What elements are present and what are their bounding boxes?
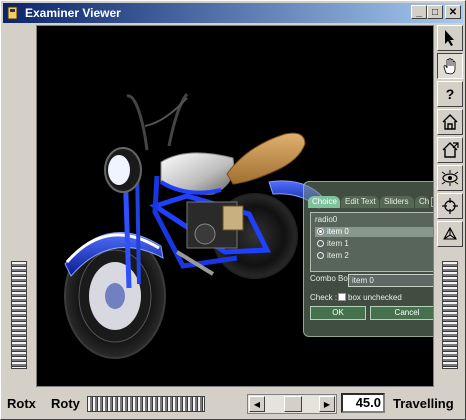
- bottom-controls: Rotx Roty ◀ ▶ 45.0 Travelling: [1, 389, 466, 419]
- seek-button[interactable]: [437, 193, 463, 219]
- radio-item-label: item 0: [327, 227, 349, 236]
- checkbox[interactable]: [338, 293, 346, 301]
- radio-item-0[interactable]: item 0: [315, 227, 433, 237]
- help-icon: ?: [445, 86, 455, 102]
- tab-scroll-left-button[interactable]: ◀: [431, 197, 433, 207]
- hand-icon: [443, 58, 456, 75]
- pick-mode-button[interactable]: [437, 25, 463, 51]
- set-home-button[interactable]: [437, 137, 463, 163]
- combo-box[interactable]: item 0 ▼: [348, 274, 434, 287]
- projection-cube-icon: [443, 226, 457, 240]
- zoom-value-field[interactable]: 45.0: [341, 393, 385, 413]
- tab-choice[interactable]: Choice: [308, 196, 340, 208]
- view-all-button[interactable]: [437, 165, 463, 191]
- radio-item-label: item 2: [327, 251, 349, 260]
- home-icon: [442, 114, 458, 130]
- travelling-label: Travelling: [393, 396, 454, 411]
- radio-unselected-icon: [317, 252, 324, 259]
- viewer-toolbar: ?: [437, 25, 463, 249]
- slider-thumb[interactable]: [284, 396, 302, 412]
- app-icon: [7, 6, 18, 20]
- tab-sliders[interactable]: Sliders: [380, 196, 414, 208]
- projection-button[interactable]: [437, 221, 463, 247]
- radio-group: radio0 item 0 item 1 item 2: [310, 212, 433, 272]
- check-label: Check :: [310, 293, 338, 302]
- cancel-button[interactable]: Cancel: [370, 306, 433, 320]
- radio-item-1[interactable]: item 1: [315, 239, 433, 249]
- home-button[interactable]: [437, 109, 463, 135]
- slider-right-button[interactable]: ▶: [319, 396, 335, 412]
- help-button[interactable]: ?: [437, 81, 463, 107]
- checkbox-text: box unchecked: [348, 293, 402, 302]
- view-mode-button[interactable]: [437, 53, 463, 79]
- set-home-icon: [442, 142, 459, 158]
- 3d-viewport[interactable]: Choice Edit Text Sliders Ch ◀ ▶ radio0 i…: [36, 25, 434, 387]
- slider-left-button[interactable]: ◀: [249, 396, 265, 412]
- zoom-slider[interactable]: ◀ ▶: [247, 394, 337, 414]
- maximize-button[interactable]: □: [427, 5, 443, 19]
- rotx-thumbwheel[interactable]: [11, 261, 27, 369]
- floating-widget-panel: Choice Edit Text Sliders Ch ◀ ▶ radio0 i…: [303, 181, 434, 337]
- examiner-viewer-window: Examiner Viewer _ □ ✕ Choice Edit Text S…: [0, 0, 466, 420]
- dolly-thumbwheel[interactable]: [442, 261, 458, 369]
- rotx-label: Rotx: [7, 396, 36, 411]
- title-bar[interactable]: Examiner Viewer _ □ ✕: [3, 3, 463, 23]
- minimize-button[interactable]: _: [411, 5, 427, 19]
- chevron-down-icon[interactable]: ▼: [433, 275, 434, 286]
- combo-box-value: item 0: [352, 276, 374, 285]
- close-button[interactable]: ✕: [445, 5, 461, 19]
- seek-target-icon: [442, 198, 458, 214]
- radio-selected-icon: [317, 228, 324, 235]
- view-all-eye-icon: [441, 170, 459, 186]
- radio-item-label: item 1: [327, 239, 349, 248]
- tab-edit-text[interactable]: Edit Text: [341, 196, 379, 208]
- roty-thumbwheel[interactable]: [87, 396, 205, 412]
- roty-label: Roty: [51, 396, 80, 411]
- radio-unselected-icon: [317, 240, 324, 247]
- tab-choice-2[interactable]: Ch: [415, 196, 429, 208]
- combo-box-label: Combo Box: [310, 274, 352, 283]
- window-title: Examiner Viewer: [25, 6, 121, 20]
- pick-arrow-icon: [445, 30, 454, 46]
- radio-item-2[interactable]: item 2: [315, 251, 433, 261]
- radio-group-label: radio0: [315, 215, 338, 224]
- ok-button[interactable]: OK: [310, 306, 366, 320]
